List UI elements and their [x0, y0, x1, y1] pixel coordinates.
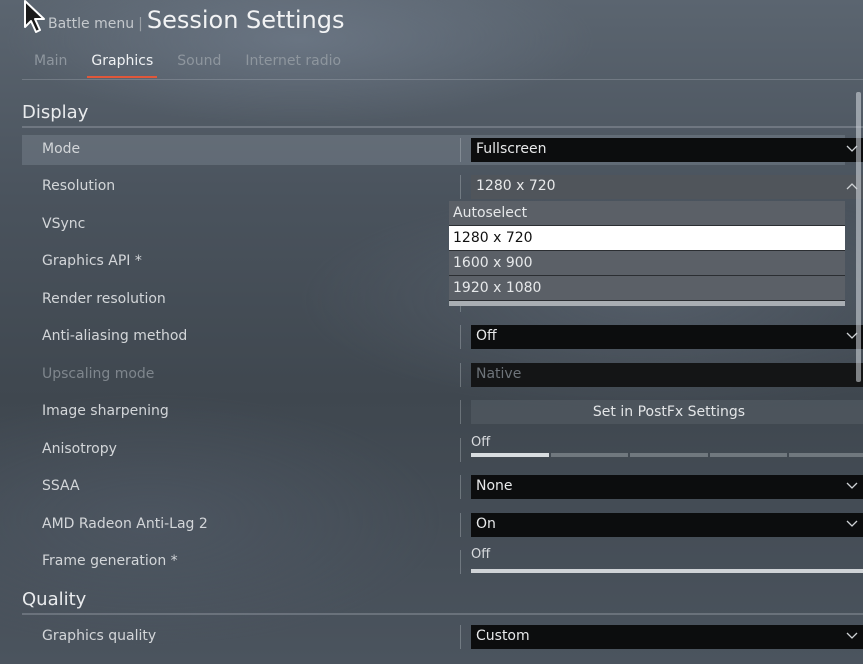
row-divider — [460, 625, 461, 649]
section-divider — [22, 126, 863, 128]
slider-segment — [550, 453, 629, 457]
select-value: On — [476, 516, 496, 532]
setting-label: Render resolution — [42, 291, 166, 307]
slider-value: Off — [471, 547, 491, 562]
slider-value: Off — [471, 435, 491, 450]
row-divider — [460, 475, 461, 499]
tab-main[interactable]: Main — [22, 50, 79, 77]
scrollbar[interactable] — [856, 92, 861, 382]
breadcrumb[interactable]: Battle menu — [48, 16, 134, 32]
setting-label: SSAA — [42, 478, 80, 494]
postfx-settings-button[interactable]: Set in PostFx Settings — [471, 400, 863, 424]
chevron-down-icon — [846, 632, 858, 639]
anisotropy-slider[interactable] — [471, 453, 863, 457]
setting-row-mode: Mode Fullscreen — [22, 135, 863, 165]
setting-label: AMD Radeon Anti-Lag 2 — [42, 516, 208, 532]
slider-segment — [709, 453, 788, 457]
select-value: None — [476, 478, 513, 494]
row-divider — [460, 363, 461, 387]
row-divider — [460, 438, 461, 462]
section-divider — [22, 613, 863, 615]
row-divider — [460, 175, 461, 199]
dropdown-option-selected[interactable]: 1280 x 720 — [449, 226, 845, 251]
dropdown-option[interactable]: 1600 x 900 — [449, 251, 845, 276]
select-value: Fullscreen — [476, 141, 547, 157]
setting-label: Anti-aliasing method — [42, 328, 188, 344]
resolution-select[interactable]: 1280 x 720 — [471, 175, 863, 199]
section-quality-title: Quality — [22, 589, 87, 610]
tab-sound[interactable]: Sound — [165, 50, 233, 77]
setting-label: Anisotropy — [42, 441, 117, 457]
slider-segment — [630, 453, 708, 457]
setting-row-ssaa: SSAA None — [22, 472, 863, 502]
row-divider — [460, 400, 461, 424]
anti-lag-select[interactable]: On — [471, 513, 863, 537]
upscaling-select: Native — [471, 363, 863, 387]
setting-label: Image sharpening — [42, 403, 169, 419]
setting-row-image-sharpening: Image sharpening Set in PostFx Settings — [22, 397, 863, 427]
setting-row-graphics-quality: Graphics quality Custom — [22, 622, 863, 652]
graphics-quality-select[interactable]: Custom — [471, 625, 863, 649]
select-value: Native — [476, 366, 522, 382]
tabs-divider — [22, 79, 863, 80]
row-divider — [460, 138, 461, 162]
select-value: Off — [476, 328, 497, 344]
setting-label: Mode — [42, 141, 81, 157]
dropdown-option[interactable]: 1920 x 1080 — [449, 276, 845, 301]
setting-label: Frame generation * — [42, 553, 178, 569]
setting-row-frame-generation: Frame generation * Off — [22, 547, 863, 577]
row-divider — [460, 550, 461, 574]
dropdown-option[interactable]: Autoselect — [449, 201, 845, 226]
setting-label: Upscaling mode — [42, 366, 155, 382]
setting-label: VSync — [42, 216, 86, 232]
setting-row-anti-lag: AMD Radeon Anti-Lag 2 On — [22, 510, 863, 540]
anti-aliasing-select[interactable]: Off — [471, 325, 863, 349]
tab-bar: Main Graphics Sound Internet radio — [22, 50, 353, 78]
row-divider — [460, 513, 461, 537]
setting-label: Graphics quality — [42, 628, 157, 644]
setting-label: Resolution — [42, 178, 116, 194]
setting-row-upscaling: Upscaling mode Native — [22, 360, 863, 390]
row-divider — [460, 325, 461, 349]
setting-row-anti-aliasing: Anti-aliasing method Off — [22, 322, 863, 352]
frame-generation-slider[interactable] — [471, 569, 863, 573]
section-display-title: Display — [22, 102, 89, 123]
select-value: Custom — [476, 628, 530, 644]
dropdown-scroll-edge — [449, 301, 845, 306]
slider-segment — [471, 453, 549, 457]
setting-label: Graphics API * — [42, 253, 142, 269]
breadcrumb-separator: | — [138, 16, 143, 32]
setting-row-resolution: Resolution 1280 x 720 — [22, 172, 863, 202]
header: Battle menu | Session Settings — [48, 6, 344, 36]
resolution-dropdown-list: Autoselect 1280 x 720 1600 x 900 1920 x … — [449, 201, 845, 306]
chevron-down-icon — [846, 520, 858, 527]
mode-select[interactable]: Fullscreen — [471, 138, 863, 162]
tab-internet-radio[interactable]: Internet radio — [233, 50, 353, 77]
page-title: Session Settings — [146, 6, 345, 34]
select-value: 1280 x 720 — [476, 178, 556, 194]
chevron-down-icon — [846, 482, 858, 489]
slider-segment — [789, 453, 863, 457]
setting-row-anisotropy: Anisotropy Off — [22, 435, 863, 465]
tab-graphics[interactable]: Graphics — [79, 50, 165, 78]
ssaa-select[interactable]: None — [471, 475, 863, 499]
